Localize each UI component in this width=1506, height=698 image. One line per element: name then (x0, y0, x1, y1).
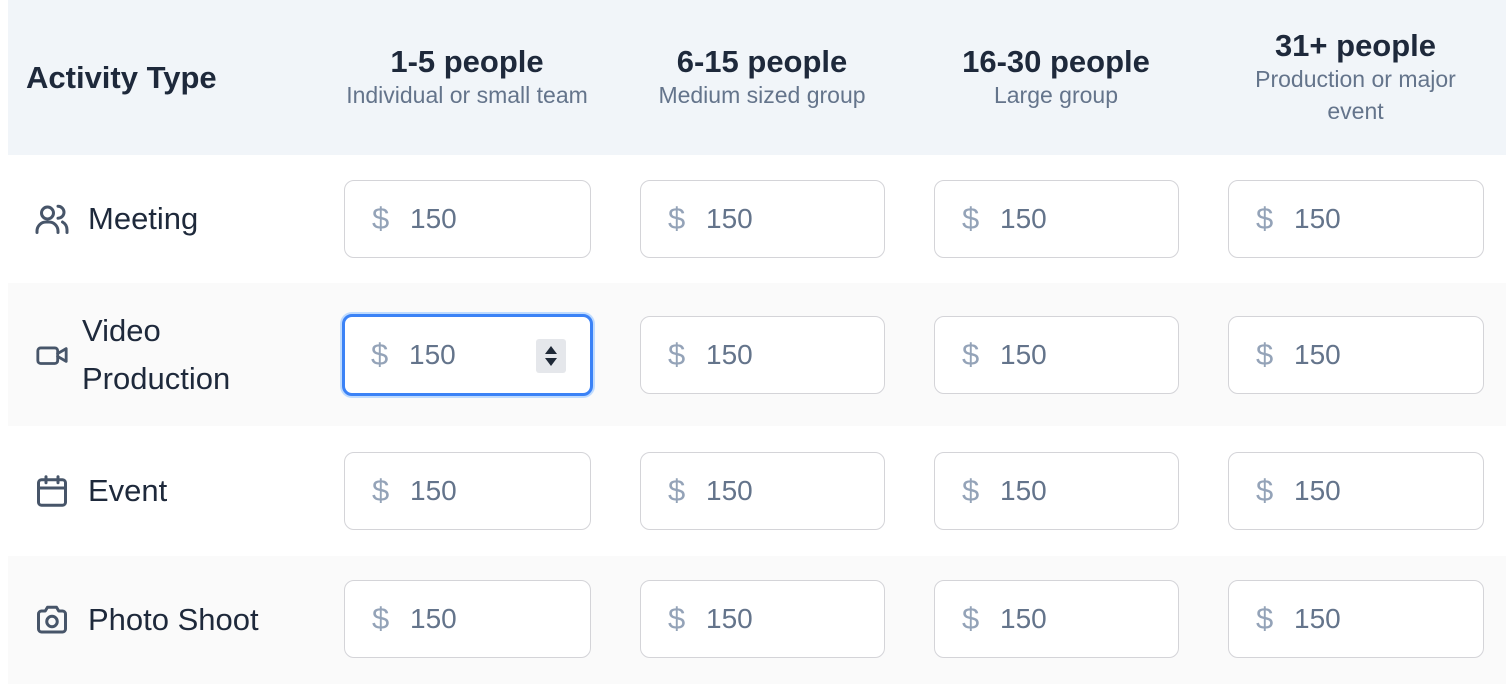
column-header-31-plus: 31+ people Production or major event (1228, 0, 1483, 155)
price-value: 150 (1294, 603, 1341, 634)
dollar-icon: $ (1256, 201, 1274, 236)
price-input-meeting-1-5[interactable]: $150 (344, 180, 591, 258)
users-icon (34, 201, 70, 237)
price-value: 150 (1294, 339, 1341, 370)
column-header-1-5: 1-5 people Individual or small team (345, 0, 589, 155)
column-title: 31+ people (1274, 27, 1437, 63)
pricing-table: Activity Type 1-5 people Individual or s… (0, 0, 1506, 698)
price-value: 150 (1000, 475, 1047, 506)
price-input-video-production-31-plus[interactable]: $150 (1228, 316, 1484, 394)
price-value: 150 (1000, 203, 1047, 234)
price-value: 150 (410, 203, 457, 234)
dollar-icon: $ (668, 337, 686, 372)
stepper-up-icon[interactable] (545, 346, 557, 354)
column-subtitle: Individual or small team (346, 81, 588, 108)
price-input-video-production-1-5[interactable]: $150 (342, 314, 593, 396)
row-label: Event (34, 426, 167, 556)
row-label-text: Video Production (82, 312, 231, 396)
column-subtitle: Production or major event (1255, 65, 1456, 124)
dollar-icon: $ (962, 337, 980, 372)
video-icon (34, 337, 70, 373)
price-value: 150 (1294, 203, 1341, 234)
dollar-icon: $ (372, 601, 390, 636)
column-title: 6-15 people (676, 43, 848, 79)
stepper-down-icon[interactable] (545, 358, 557, 366)
price-value: 150 (410, 603, 457, 634)
column-subtitle: Large group (993, 81, 1119, 108)
price-input-photo-shoot-6-15[interactable]: $150 (640, 580, 885, 658)
dollar-icon: $ (668, 473, 686, 508)
calendar-icon (34, 473, 70, 509)
price-value: 150 (706, 203, 753, 234)
dollar-icon: $ (668, 601, 686, 636)
price-value: 150 (1294, 475, 1341, 506)
price-input-event-16-30[interactable]: $150 (934, 452, 1179, 530)
price-value: 150 (409, 339, 456, 370)
row-label: Photo Shoot (34, 556, 259, 684)
dollar-icon: $ (1256, 337, 1274, 372)
dollar-icon: $ (962, 201, 980, 236)
price-value: 150 (706, 603, 753, 634)
row-label-text: Photo Shoot (88, 602, 259, 637)
camera-icon (34, 602, 70, 638)
column-title: 1-5 people (390, 43, 544, 79)
price-value: 150 (1000, 339, 1047, 370)
column-header-6-15: 6-15 people Medium sized group (640, 0, 884, 155)
dollar-icon: $ (962, 601, 980, 636)
dollar-icon: $ (1256, 473, 1274, 508)
number-stepper[interactable] (536, 339, 566, 373)
price-input-photo-shoot-31-plus[interactable]: $150 (1228, 580, 1484, 658)
row-label: Meeting (34, 155, 198, 283)
dollar-icon: $ (1256, 601, 1274, 636)
price-input-event-6-15[interactable]: $150 (640, 452, 885, 530)
price-input-video-production-16-30[interactable]: $150 (934, 316, 1179, 394)
column-title: 16-30 people (962, 43, 1150, 79)
dollar-icon: $ (371, 337, 389, 372)
column-header-16-30: 16-30 people Large group (934, 0, 1178, 155)
dollar-icon: $ (962, 473, 980, 508)
row-label: Video Production (34, 283, 282, 426)
price-input-photo-shoot-1-5[interactable]: $150 (344, 580, 591, 658)
dollar-icon: $ (372, 473, 390, 508)
row-label-text: Meeting (88, 201, 199, 236)
price-input-meeting-16-30[interactable]: $150 (934, 180, 1179, 258)
price-input-video-production-6-15[interactable]: $150 (640, 316, 885, 394)
price-input-event-31-plus[interactable]: $150 (1228, 452, 1484, 530)
row-label-text: Event (88, 473, 168, 508)
price-input-event-1-5[interactable]: $150 (344, 452, 591, 530)
price-value: 150 (706, 475, 753, 506)
price-input-meeting-31-plus[interactable]: $150 (1228, 180, 1484, 258)
price-input-meeting-6-15[interactable]: $150 (640, 180, 885, 258)
dollar-icon: $ (372, 201, 390, 236)
price-input-photo-shoot-16-30[interactable]: $150 (934, 580, 1179, 658)
dollar-icon: $ (668, 201, 686, 236)
price-value: 150 (1000, 603, 1047, 634)
column-subtitle: Medium sized group (658, 81, 866, 108)
activity-type-header: Activity Type (26, 59, 217, 95)
price-value: 150 (410, 475, 457, 506)
price-value: 150 (706, 339, 753, 370)
